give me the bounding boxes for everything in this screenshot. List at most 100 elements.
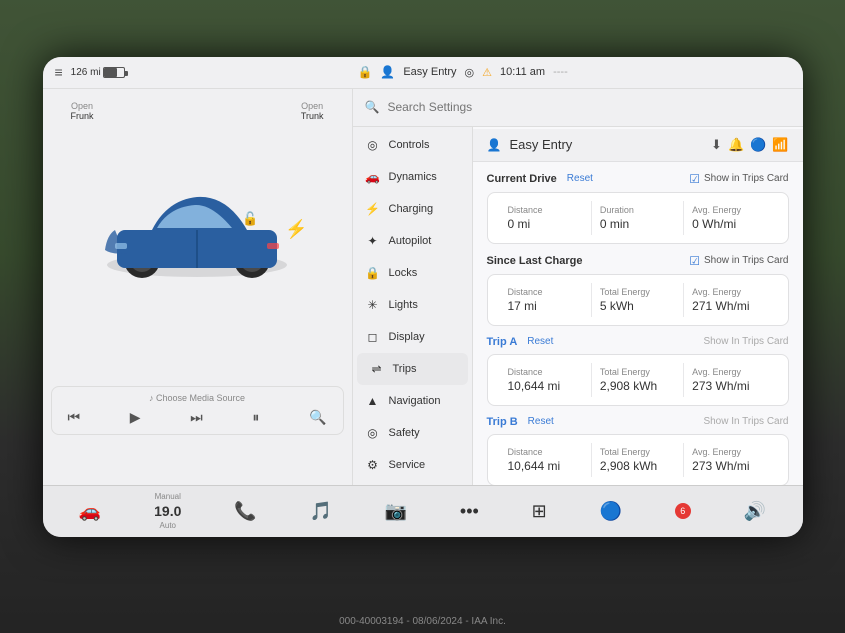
trip-b-stats-row: Distance 10,644 mi Total Energy 2,908 kW… xyxy=(500,443,776,477)
trip-b-distance: Distance 10,644 mi xyxy=(500,443,592,477)
media-controls: ⏮ ▶ ⏭ ⏸ 🔍 xyxy=(62,407,333,428)
lock-status-icon: 🔒 xyxy=(357,65,372,79)
footer: 000-40003194 - 08/06/2024 - IAA Inc. xyxy=(0,616,845,627)
nav-service[interactable]: ⚙ Service xyxy=(353,449,472,481)
auto-label: Auto xyxy=(160,521,176,530)
taskbar: 🚗 Manual 19.0 Auto 📞 🎵 📷 ••• ⊞ 🔵 6 🔊 xyxy=(43,485,803,537)
right-panel: 🔍 ◎ Controls 🚗 Dynamics ⚡ Charging xyxy=(353,89,803,485)
controls-icon: ◎ xyxy=(365,138,381,152)
easy-entry-person-icon: 👤 xyxy=(487,138,502,152)
car-labels: Open Frunk Open Trunk xyxy=(51,97,344,125)
signal-icon: 📶 xyxy=(772,137,788,153)
last-charge-stats-row: Distance 17 mi Total Energy 5 kWh Avg. E… xyxy=(500,283,776,317)
camera-icon: 📷 xyxy=(385,501,407,522)
media-section: ♪ Choose Media Source ⏮ ▶ ⏭ ⏸ 🔍 xyxy=(51,386,344,435)
easy-entry-status: Easy Entry xyxy=(403,66,456,78)
current-drive-reset[interactable]: Reset xyxy=(563,173,597,184)
trip-b-show-trips: Show In Trips Card xyxy=(703,416,788,427)
taskbar-phone[interactable]: 📞 xyxy=(226,497,264,526)
nav-software[interactable]: ≡ Software xyxy=(353,481,472,485)
nav-charging[interactable]: ⚡ Charging xyxy=(353,193,472,225)
nav-lights[interactable]: ✳ Lights xyxy=(353,289,472,321)
menu-icon[interactable]: ≡ xyxy=(55,64,63,80)
frunk-label: Open Frunk xyxy=(71,101,94,121)
safety-icon: ◎ xyxy=(365,426,381,440)
trunk-open-text: Open xyxy=(301,101,323,111)
temperature-display: 19.0 xyxy=(154,503,181,519)
last-charge-show-trips: ☑ Show in Trips Card xyxy=(689,254,788,268)
location-icon: ◎ xyxy=(465,66,475,79)
locks-icon: 🔒 xyxy=(365,266,381,280)
current-distance: Distance 0 mi xyxy=(500,201,592,235)
media-icon: 🎵 xyxy=(309,501,331,522)
trip-b-title: Trip B xyxy=(487,416,518,428)
taskbar-car[interactable]: 🚗 xyxy=(71,497,109,526)
taskbar-climate[interactable]: Manual 19.0 Auto xyxy=(146,488,189,534)
search-bar: 🔍 xyxy=(353,89,803,127)
prev-button[interactable]: ⏮ xyxy=(62,407,87,428)
taskbar-camera[interactable]: 📷 xyxy=(377,497,415,526)
search-media-button[interactable]: 🔍 xyxy=(303,407,332,428)
taskbar-notification[interactable]: 6 xyxy=(667,499,699,523)
taskbar-volume[interactable]: 🔊 xyxy=(736,497,774,526)
trunk-label[interactable]: Open Trunk xyxy=(301,101,324,121)
content-area: 👤 Easy Entry ⬇ 🔔 🔵 📶 Current Drive xyxy=(473,89,803,485)
nav-safety[interactable]: ◎ Safety xyxy=(353,417,472,449)
nav-locks[interactable]: 🔒 Locks xyxy=(353,257,472,289)
last-charge-show-label: Show in Trips Card xyxy=(704,255,788,266)
search-input[interactable] xyxy=(387,100,790,114)
current-drive-title: Current Drive xyxy=(487,173,557,185)
current-avg-energy: Avg. Energy 0 Wh/mi xyxy=(684,201,775,235)
trips-icon: ⇌ xyxy=(369,362,385,376)
status-center: 🔒 👤 Easy Entry ◎ ⚠ 10:11 am ---- xyxy=(135,65,791,79)
navigation-icon: ▲ xyxy=(365,394,381,408)
current-duration: Duration 0 min xyxy=(592,201,684,235)
last-charge-avg-energy: Avg. Energy 271 Wh/mi xyxy=(684,283,775,317)
person-icon: 👤 xyxy=(380,65,395,79)
header-icons: ⬇ 🔔 🔵 📶 xyxy=(711,137,788,153)
car-diagram: ⚡ 🔓 xyxy=(87,155,307,295)
trip-b-avg-energy: Avg. Energy 273 Wh/mi xyxy=(684,443,775,477)
trip-a-title: Trip A xyxy=(487,336,518,348)
trip-a-stats: Distance 10,644 mi Total Energy 2,908 kW… xyxy=(487,354,789,406)
lights-icon: ✳ xyxy=(365,298,381,312)
taskbar-apps[interactable]: ⊞ xyxy=(524,497,555,526)
notification-badge: 6 xyxy=(675,503,691,519)
taskbar-bluetooth[interactable]: 🔵 xyxy=(592,497,630,526)
nav-navigation[interactable]: ▲ Navigation xyxy=(353,385,472,417)
trip-b-reset[interactable]: Reset xyxy=(524,416,558,427)
last-charge-checkbox-icon[interactable]: ☑ xyxy=(689,254,700,268)
current-drive-stats-row: Distance 0 mi Duration 0 min Avg. Energy… xyxy=(500,201,776,235)
nav-autopilot[interactable]: ✦ Autopilot xyxy=(353,225,472,257)
more-icon: ••• xyxy=(460,501,479,522)
search-icon: 🔍 xyxy=(365,100,380,114)
apps-icon: ⊞ xyxy=(532,501,547,522)
next-button[interactable]: ⏭ xyxy=(184,407,209,428)
car-icon: 🚗 xyxy=(79,501,101,522)
current-drive-checkbox-icon[interactable]: ☑ xyxy=(689,172,700,186)
frunk-name: Frunk xyxy=(71,111,94,121)
nav-display[interactable]: ◻ Display xyxy=(353,321,472,353)
trip-b-total-energy: Total Energy 2,908 kWh xyxy=(592,443,684,477)
trip-a-stats-row: Distance 10,644 mi Total Energy 2,908 kW… xyxy=(500,363,776,397)
current-drive-show-label: Show in Trips Card xyxy=(704,173,788,184)
easy-entry-header: 👤 Easy Entry ⬇ 🔔 🔵 📶 xyxy=(473,129,803,162)
nav-trips[interactable]: ⇌ Trips xyxy=(357,353,468,385)
trip-a-total-energy: Total Energy 2,908 kWh xyxy=(592,363,684,397)
nav-controls[interactable]: ◎ Controls xyxy=(353,129,472,161)
taskbar-more[interactable]: ••• xyxy=(452,497,487,526)
trip-a-reset[interactable]: Reset xyxy=(523,336,557,347)
pause-button[interactable]: ⏸ xyxy=(246,407,265,428)
phone-icon: 📞 xyxy=(234,501,256,522)
last-charge-distance: Distance 17 mi xyxy=(500,283,592,317)
charging-icon: ⚡ xyxy=(365,202,381,216)
taskbar-media[interactable]: 🎵 xyxy=(301,497,339,526)
car-visual: ⚡ 🔓 xyxy=(51,125,344,325)
nav-dynamics[interactable]: 🚗 Dynamics xyxy=(353,161,472,193)
svg-text:⚡: ⚡ xyxy=(285,218,307,240)
play-button[interactable]: ▶ xyxy=(124,407,147,428)
volume-icon: 🔊 xyxy=(744,501,766,522)
tesla-screen: ≡ 126 mi 🔒 👤 Easy Entry ◎ ⚠ 10:11 am ---… xyxy=(43,57,803,537)
alert-icon: ⚠ xyxy=(482,66,492,79)
frunk-open-text: Open xyxy=(71,101,93,111)
